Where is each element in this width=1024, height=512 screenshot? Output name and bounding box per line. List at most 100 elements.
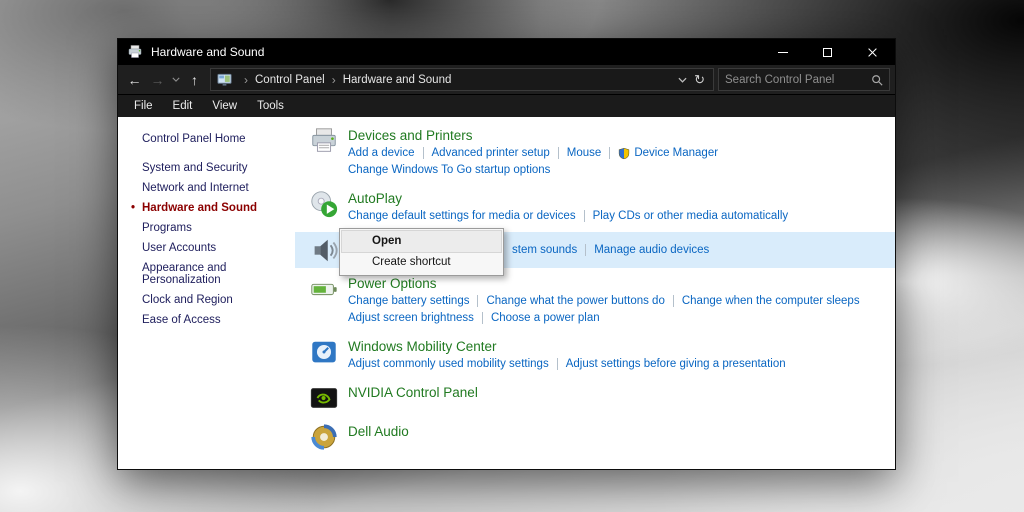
back-button[interactable]: ← — [123, 68, 146, 92]
task-link-adjust-commonly-used-mobility-settings[interactable]: Adjust commonly used mobility settings — [348, 357, 549, 371]
task-link-change-when-the-computer-sleeps[interactable]: Change when the computer sleeps — [682, 294, 860, 308]
section-title[interactable]: Devices and Printers — [348, 128, 718, 143]
sidebar-item-ease-of-access[interactable]: Ease of Access — [142, 314, 289, 326]
maximize-button[interactable] — [805, 39, 850, 65]
title-bar[interactable]: Hardware and Sound — [118, 39, 895, 65]
window-app-icon — [127, 44, 143, 60]
sidebar-item-control-panel-home[interactable]: Control Panel Home — [142, 133, 289, 145]
task-link-label: Play CDs or other media automatically — [593, 209, 789, 223]
sound-speaker-icon — [307, 235, 341, 265]
link-separator — [585, 244, 586, 256]
task-link-label: Add a device — [348, 146, 415, 160]
sidebar-item-appearance-and-personalization[interactable]: Appearance and Personalization — [142, 262, 289, 286]
task-link-choose-a-power-plan[interactable]: Choose a power plan — [491, 311, 600, 325]
refresh-icon[interactable]: ↻ — [694, 72, 705, 88]
nvidia-control-panel-icon — [307, 383, 341, 413]
task-link-label: Adjust settings before giving a presenta… — [566, 357, 786, 371]
task-link-label: Mouse — [567, 146, 602, 160]
breadcrumb-hardware-and-sound[interactable]: Hardware and Sound — [343, 74, 452, 86]
menu-bar: FileEditViewTools — [118, 95, 895, 117]
breadcrumb-separator: › — [244, 73, 248, 87]
window-controls — [760, 39, 895, 65]
sidebar-item-programs[interactable]: Programs — [142, 222, 289, 234]
task-link-change-battery-settings[interactable]: Change battery settings — [348, 294, 469, 308]
task-link-label: Device Manager — [634, 146, 718, 160]
link-separator — [584, 210, 585, 222]
search-input[interactable] — [725, 74, 867, 86]
task-link-row: stem sounds Manage audio devices — [512, 243, 709, 257]
minimize-button[interactable] — [760, 39, 805, 65]
task-link-advanced-printer-setup[interactable]: Advanced printer setup — [432, 146, 550, 160]
sidebar-item-user-accounts[interactable]: User Accounts — [142, 242, 289, 254]
sidebar-item-label: System and Security — [142, 162, 247, 174]
sidebar-item-label: Network and Internet — [142, 182, 249, 194]
sidebar-item-hardware-and-sound[interactable]: •Hardware and Sound — [142, 202, 289, 214]
task-link-change-what-the-power-buttons-do[interactable]: Change what the power buttons do — [486, 294, 664, 308]
context-menu-item-create-shortcut[interactable]: Create shortcut — [342, 252, 501, 273]
forward-button[interactable]: → — [146, 68, 169, 92]
task-link-change-default-settings-for-media-or-devices[interactable]: Change default settings for media or dev… — [348, 209, 576, 223]
link-separator — [482, 312, 483, 324]
link-separator — [673, 295, 674, 307]
menu-edit[interactable]: Edit — [163, 100, 203, 112]
sidebar-item-label: Ease of Access — [142, 314, 221, 326]
autoplay-icon — [307, 189, 341, 219]
sidebar-item-clock-and-region[interactable]: Clock and Region — [142, 294, 289, 306]
task-link-label: Manage audio devices — [594, 243, 709, 257]
task-link-label: Change what the power buttons do — [486, 294, 664, 308]
task-link-stem-sounds[interactable]: stem sounds — [512, 243, 577, 257]
context-menu: OpenCreate shortcut — [339, 228, 504, 276]
task-link-label: Change battery settings — [348, 294, 469, 308]
address-bar[interactable]: › Control Panel › Hardware and Sound ↻ — [210, 68, 714, 91]
task-section-autoplay: AutoPlay Change default settings for medi… — [295, 186, 895, 229]
section-title[interactable]: NVIDIA Control Panel — [348, 385, 478, 400]
task-link-row: Change default settings for media or dev… — [348, 209, 788, 223]
section-title[interactable]: Windows Mobility Center — [348, 339, 786, 354]
menu-file[interactable]: File — [124, 100, 163, 112]
up-button[interactable]: ↑ — [183, 68, 206, 92]
close-button[interactable] — [850, 39, 895, 65]
task-link-mouse[interactable]: Mouse — [567, 146, 602, 160]
section-body: Dell Audio — [348, 422, 409, 442]
recent-pages-chevron-icon[interactable] — [169, 68, 183, 92]
menu-tools[interactable]: Tools — [247, 100, 294, 112]
context-menu-item-open[interactable]: Open — [342, 231, 501, 252]
task-link-device-manager[interactable]: Device Manager — [618, 146, 718, 160]
task-link-label: Adjust screen brightness — [348, 311, 474, 325]
sidebar-item-label: Hardware and Sound — [142, 202, 257, 214]
task-link-label: stem sounds — [512, 243, 577, 257]
task-link-row: Adjust screen brightness Choose a power p… — [348, 311, 860, 325]
section-title[interactable]: AutoPlay — [348, 191, 788, 206]
task-link-play-cds-or-other-media-automatically[interactable]: Play CDs or other media automatically — [593, 209, 789, 223]
task-link-change-windows-to-go-startup-options[interactable]: Change Windows To Go startup options — [348, 163, 550, 177]
power-options-icon — [307, 274, 341, 304]
task-link-add-a-device[interactable]: Add a device — [348, 146, 415, 160]
sidebar-nav: Control Panel Home System and Security Net… — [118, 117, 295, 469]
control-panel-icon — [217, 72, 232, 87]
task-link-adjust-settings-before-giving-a-presentation[interactable]: Adjust settings before giving a presenta… — [566, 357, 786, 371]
maximize-icon — [823, 48, 832, 57]
task-link-label: Advanced printer setup — [432, 146, 550, 160]
breadcrumb-control-panel[interactable]: Control Panel — [255, 74, 325, 86]
close-icon — [867, 47, 878, 58]
task-link-label: Adjust commonly used mobility settings — [348, 357, 549, 371]
section-title[interactable]: Dell Audio — [348, 424, 409, 439]
window-title: Hardware and Sound — [151, 45, 264, 59]
link-separator — [477, 295, 478, 307]
search-box[interactable] — [718, 68, 890, 91]
task-link-manage-audio-devices[interactable]: Manage audio devices — [594, 243, 709, 257]
task-link-label: Change Windows To Go startup options — [348, 163, 550, 177]
sidebar-item-system-and-security[interactable]: System and Security — [142, 162, 289, 174]
sidebar-item-network-and-internet[interactable]: Network and Internet — [142, 182, 289, 194]
menu-view[interactable]: View — [202, 100, 247, 112]
address-dropdown-chevron-icon[interactable] — [678, 77, 687, 83]
task-link-row: Change battery settings Change what the p… — [348, 294, 860, 308]
link-separator — [609, 147, 610, 159]
section-title[interactable]: Power Options — [348, 276, 860, 291]
windows-mobility-center-icon — [307, 337, 341, 367]
task-link-row: Change Windows To Go startup options — [348, 163, 718, 177]
search-icon[interactable] — [871, 74, 883, 86]
task-link-adjust-screen-brightness[interactable]: Adjust screen brightness — [348, 311, 474, 325]
sidebar-item-label: Programs — [142, 222, 192, 234]
link-separator — [557, 358, 558, 370]
